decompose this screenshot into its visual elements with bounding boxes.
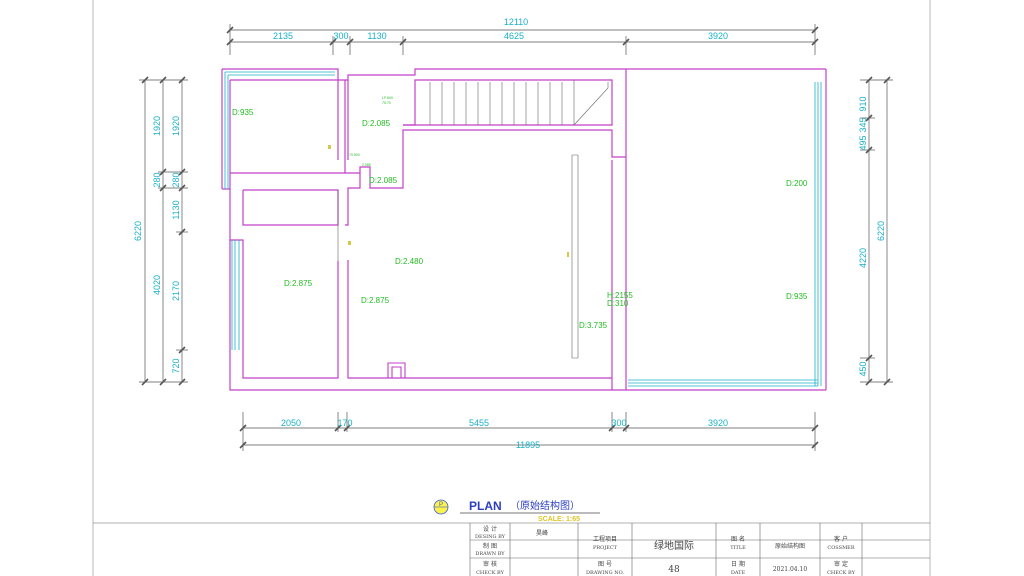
plan-subtitle: （原始结构图） — [510, 499, 580, 512]
date-label-en: DATE — [731, 570, 746, 576]
drawn-label-en: DRAWN BY — [475, 551, 505, 557]
right-dim-4: 450 — [858, 361, 868, 376]
room-label-4: D:2.875 — [284, 279, 313, 288]
windows — [224, 71, 822, 387]
plan-badge-letter: P — [439, 502, 443, 508]
top-total-dim: 12110 — [504, 17, 528, 27]
bottom-dim-5: 3920 — [708, 418, 728, 428]
room-label-5: D:2.480 — [395, 257, 424, 266]
bottom-total-dim: 11895 — [516, 440, 540, 450]
left-outer-dim-3: 4020 — [152, 275, 162, 295]
right-dim-345: 345 — [858, 117, 868, 132]
checkby2-label: 审 定 — [834, 560, 848, 568]
project-label: 工程项目 — [593, 535, 617, 543]
design-label-en: DESING BY — [475, 534, 506, 540]
left-outer-dim-2: 280 — [152, 172, 162, 187]
stair — [429, 80, 609, 126]
tiny-label-1: LF 600 — [382, 96, 393, 100]
room-label-1: D:935 — [232, 108, 254, 117]
drawing-no-value: 48 — [668, 565, 680, 575]
design-value: 昊峰 — [536, 529, 548, 537]
tiny-label-2: 75.70 — [382, 101, 391, 105]
door-marker — [387, 362, 406, 378]
bottom-dim-3: 5455 — [469, 418, 489, 428]
drawn-label: 制 图 — [483, 542, 497, 550]
date-label: 日 期 — [731, 560, 745, 568]
room-label-2: D:2.085 — [362, 119, 391, 128]
project-label-en: PROJECT — [593, 545, 618, 551]
left-inner-dim-3: 1130 — [171, 200, 181, 219]
room-label-8: D:935 — [786, 292, 808, 301]
plan-title-badge: P — [433, 499, 449, 515]
checkby2-label-en: CHECK BY — [827, 570, 856, 576]
tiny-label-3: 2.085 — [362, 163, 371, 167]
left-inner-dim-4: 2170 — [171, 281, 181, 301]
beam-outline — [337, 154, 579, 359]
room-label-7: D:200 — [786, 179, 808, 188]
room-label-6: D:2.875 — [361, 296, 390, 305]
tiny-label-4: 70.900 — [349, 153, 360, 157]
top-dim-3: 1130 — [367, 31, 386, 41]
drawing-no-label: 图 号 — [598, 561, 612, 568]
top-dim-4: 4625 — [504, 31, 524, 41]
yellow-markers — [328, 145, 569, 257]
floor-plan-sheet: 12110 2135 300 1130 4625 3920 2050 170 5… — [92, 0, 931, 576]
room-label-10: D:310 — [607, 299, 629, 308]
right-dim-1: 910 — [858, 96, 868, 111]
room-label-3: D:2.085 — [369, 176, 398, 185]
top-dim-5: 3920 — [708, 31, 728, 41]
top-dim-2: 300 — [333, 31, 348, 41]
left-inner-dim-5: 720 — [171, 358, 181, 373]
title-label: 图 名 — [731, 535, 745, 543]
walls — [221, 68, 827, 391]
right-dim-2: 495 — [858, 135, 868, 150]
plan-scale: SCALE: 1:65 — [538, 516, 580, 523]
right-dim-3: 4220 — [858, 248, 868, 268]
bottom-dim-2: 170 — [337, 418, 352, 428]
title-label-en: TITLE — [730, 545, 746, 551]
drawing-no-label-en: DRAWING NO. — [586, 570, 624, 576]
plan-title: PLAN — [469, 499, 502, 513]
date-value: 2021.04.10 — [773, 566, 808, 573]
right-total-dim: 6220 — [876, 221, 886, 241]
top-dim-1: 2135 — [273, 31, 293, 41]
bottom-dim-4: 300 — [611, 418, 626, 428]
left-total-dim: 6220 — [133, 221, 143, 241]
bottom-dim-1: 2050 — [281, 418, 301, 428]
design-label: 设 计 — [483, 525, 497, 533]
left-outer-dim-1: 1920 — [152, 116, 162, 136]
title-block-text: 设 计 DESING BY 昊峰 制 图 DRAWN BY 审 核 CHECK … — [475, 525, 856, 576]
project-value: 绿地国际 — [654, 539, 694, 552]
left-inner-dim-2: 280 — [171, 172, 181, 187]
room-label-11: D:3.735 — [579, 321, 608, 330]
left-inner-dim-1: 1920 — [171, 116, 181, 136]
title-value: 原始结构图 — [775, 542, 805, 550]
customer-label-en: COSSMER — [827, 545, 854, 551]
customer-label: 客 户 — [834, 535, 848, 543]
check-label: 审 核 — [483, 560, 497, 568]
check-label-en: CHECK BY — [476, 570, 505, 576]
